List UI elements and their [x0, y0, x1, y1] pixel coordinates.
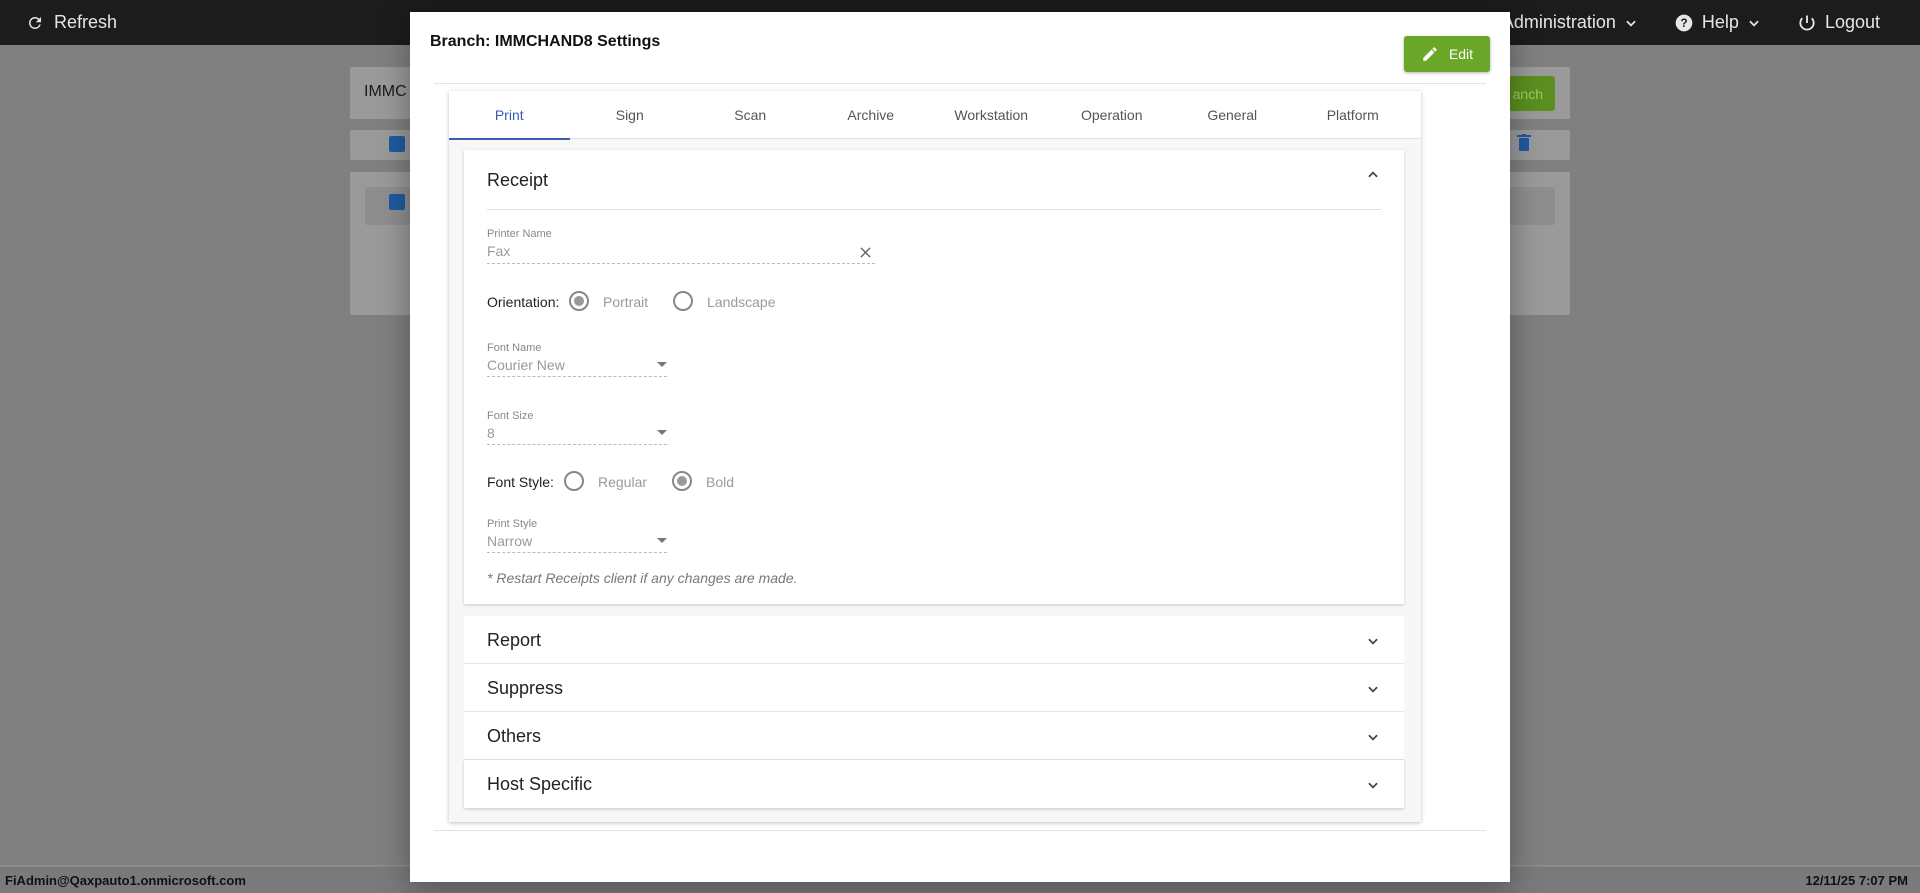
help-menu[interactable]: ? Help	[1674, 12, 1761, 33]
font-style-label: Font Style:	[487, 474, 554, 490]
chevron-down-icon	[1626, 20, 1636, 27]
portrait-radio[interactable]	[569, 291, 589, 311]
power-icon	[1799, 15, 1815, 30]
print-style-underline	[487, 552, 667, 553]
administration-menu[interactable]: Administration	[1502, 12, 1638, 33]
administration-label: Administration	[1501, 12, 1616, 32]
help-label: Help	[1701, 12, 1739, 32]
printer-name-field[interactable]: Fax	[487, 243, 510, 259]
status-user: FiAdmin@Qaxpauto1.onmicrosoft.com	[5, 873, 246, 888]
section-divider	[487, 209, 1381, 210]
svg-text:?: ?	[1680, 17, 1687, 30]
receipt-section: Receipt Printer Name Fax Orientation: Po…	[464, 150, 1404, 604]
font-name-select[interactable]: Courier New	[487, 357, 565, 373]
bold-radio-label: Bold	[706, 474, 735, 490]
orientation-label: Orientation:	[487, 294, 560, 310]
modal-footer-divider	[434, 830, 1486, 831]
help-icon: ?	[1675, 14, 1693, 31]
settings-panel: Print Sign Scan Archive Workstation Oper…	[449, 91, 1421, 822]
chevron-down-icon	[1368, 686, 1378, 693]
chevron-down-icon	[1368, 734, 1378, 741]
logout-button[interactable]: Logout	[1797, 12, 1880, 33]
font-size-label: Font Size	[487, 410, 534, 422]
print-style-select[interactable]: Narrow	[487, 533, 532, 549]
settings-tabs: Print Sign Scan Archive Workstation Oper…	[449, 91, 1421, 140]
chevron-down-icon	[1368, 638, 1378, 645]
regular-radio-label: Regular	[598, 474, 648, 490]
refresh-label: Refresh	[54, 12, 118, 32]
landscape-radio[interactable]	[673, 291, 693, 311]
regular-radio[interactable]	[564, 471, 584, 491]
select-all-checkbox[interactable]	[389, 136, 405, 152]
tab-print[interactable]: Print	[449, 91, 570, 140]
suppress-section[interactable]: Suppress	[464, 664, 1404, 712]
refresh-icon	[28, 16, 41, 29]
chevron-down-icon	[1749, 20, 1759, 27]
report-section-title: Report	[487, 630, 542, 650]
status-datetime: 12/11/25 7:07 PM	[1805, 873, 1908, 888]
modal-title: Branch: IMMCHAND8 Settings	[430, 33, 661, 50]
suppress-section-title: Suppress	[487, 678, 564, 698]
print-style-label: Print Style	[487, 518, 538, 530]
branch-settings-modal: Branch: IMMCHAND8 Settings Edit Print Si…	[410, 12, 1510, 882]
dropdown-caret-icon	[657, 362, 667, 367]
tab-scan[interactable]: Scan	[690, 91, 811, 139]
host-specific-section[interactable]: Host Specific	[464, 760, 1404, 808]
tab-general[interactable]: General	[1172, 91, 1293, 139]
portrait-radio-label: Portrait	[603, 294, 649, 310]
tab-operation[interactable]: Operation	[1052, 91, 1173, 139]
font-size-select[interactable]: 8	[487, 425, 495, 441]
tab-sign[interactable]: Sign	[570, 91, 691, 139]
logout-label: Logout	[1824, 12, 1880, 32]
font-name-underline	[487, 376, 667, 377]
tab-archive[interactable]: Archive	[811, 91, 932, 139]
bold-radio[interactable]	[672, 471, 692, 491]
receipt-section-header[interactable]: Receipt	[487, 170, 548, 191]
restart-note: * Restart Receipts client if any changes…	[487, 570, 798, 586]
clear-icon[interactable]	[860, 247, 871, 258]
edit-label: Edit	[1448, 46, 1474, 62]
row-checkbox[interactable]	[389, 194, 405, 210]
chevron-up-icon[interactable]	[1366, 168, 1380, 182]
tab-workstation[interactable]: Workstation	[931, 91, 1052, 139]
landscape-radio-label: Landscape	[707, 294, 776, 310]
pencil-icon	[1423, 47, 1437, 61]
chevron-down-icon	[1368, 782, 1378, 789]
others-section-title: Others	[487, 726, 542, 746]
host-specific-section-title: Host Specific	[487, 774, 593, 794]
edit-button[interactable]: Edit	[1404, 36, 1490, 72]
tab-platform[interactable]: Platform	[1293, 91, 1414, 139]
trash-icon[interactable]	[1517, 134, 1531, 152]
others-section[interactable]: Others	[464, 712, 1404, 760]
refresh-button[interactable]: Refresh	[26, 0, 117, 45]
font-size-underline	[487, 444, 667, 445]
printer-name-underline	[487, 263, 875, 264]
dropdown-caret-icon	[657, 538, 667, 543]
dropdown-caret-icon	[657, 430, 667, 435]
printer-name-label: Printer Name	[487, 228, 552, 240]
search-input-text: IMMC	[364, 83, 407, 100]
font-name-label: Font Name	[487, 342, 542, 354]
report-section[interactable]: Report	[464, 616, 1404, 664]
